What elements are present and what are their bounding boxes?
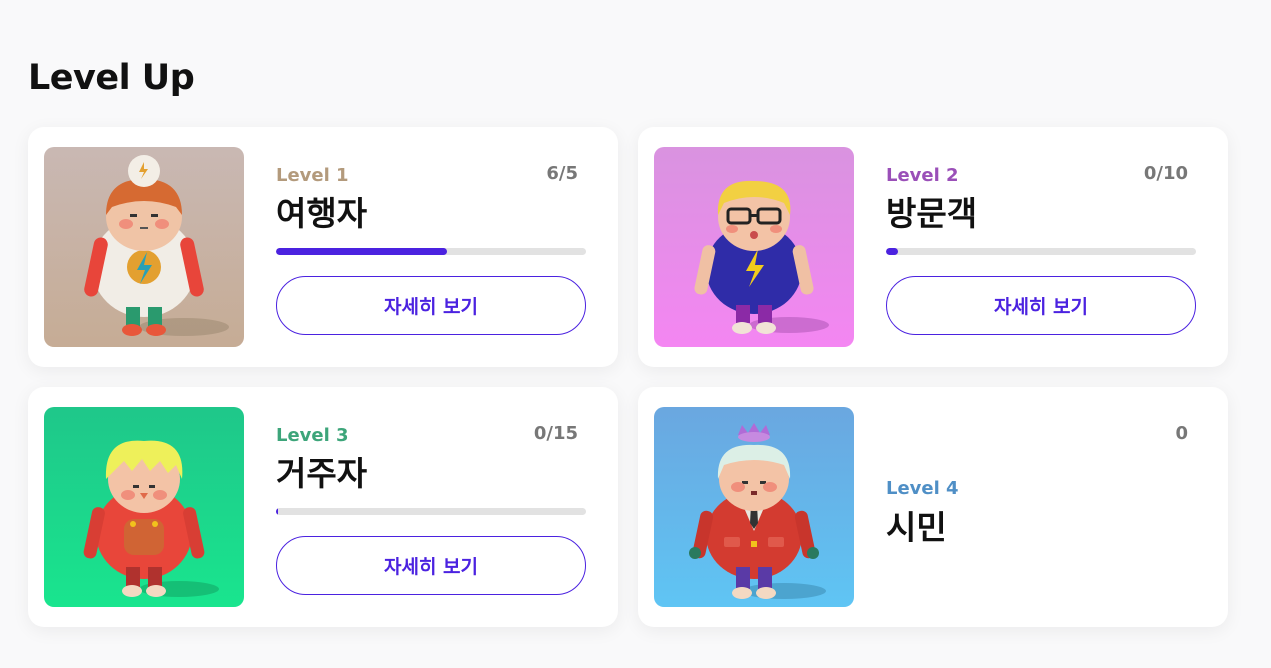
character-image-traveler	[44, 147, 244, 347]
level-card-3: Level 3 0/15 거주자 자세히 보기	[28, 387, 618, 627]
character-image-resident	[44, 407, 244, 607]
character-image-visitor	[654, 147, 854, 347]
level-label: Level 3	[276, 425, 349, 446]
progress-count: 0	[1175, 423, 1188, 444]
progress-fill	[886, 248, 899, 255]
level-label: Level 2	[886, 165, 959, 186]
progress-count: 0/15	[533, 423, 578, 444]
character-image-citizen	[654, 407, 854, 607]
level-name: 방문객	[886, 194, 978, 233]
level-card-1: Level 1 6/5 여행자 자세히 보기	[28, 127, 618, 367]
level-name: 시민	[886, 508, 947, 547]
progress-count: 6/5	[546, 163, 578, 184]
progress-fill	[276, 248, 447, 255]
progress-bar	[276, 248, 586, 255]
level-card-2: Level 2 0/10 방문객 자세히 보기	[638, 127, 1228, 367]
progress-bar	[886, 248, 1196, 255]
level-label: Level 1	[276, 165, 349, 186]
level-name: 여행자	[276, 194, 368, 233]
progress-fill	[276, 508, 278, 515]
view-details-button[interactable]: 자세히 보기	[276, 276, 586, 335]
view-details-button[interactable]: 자세히 보기	[886, 276, 1196, 335]
view-details-button[interactable]: 자세히 보기	[276, 536, 586, 595]
page-title: Level Up	[28, 58, 195, 98]
progress-bar	[276, 508, 586, 515]
level-name: 거주자	[276, 454, 368, 493]
level-card-4: 0 Level 4 시민	[638, 387, 1228, 627]
level-label: Level 4	[886, 478, 959, 499]
progress-count: 0/10	[1143, 163, 1188, 184]
